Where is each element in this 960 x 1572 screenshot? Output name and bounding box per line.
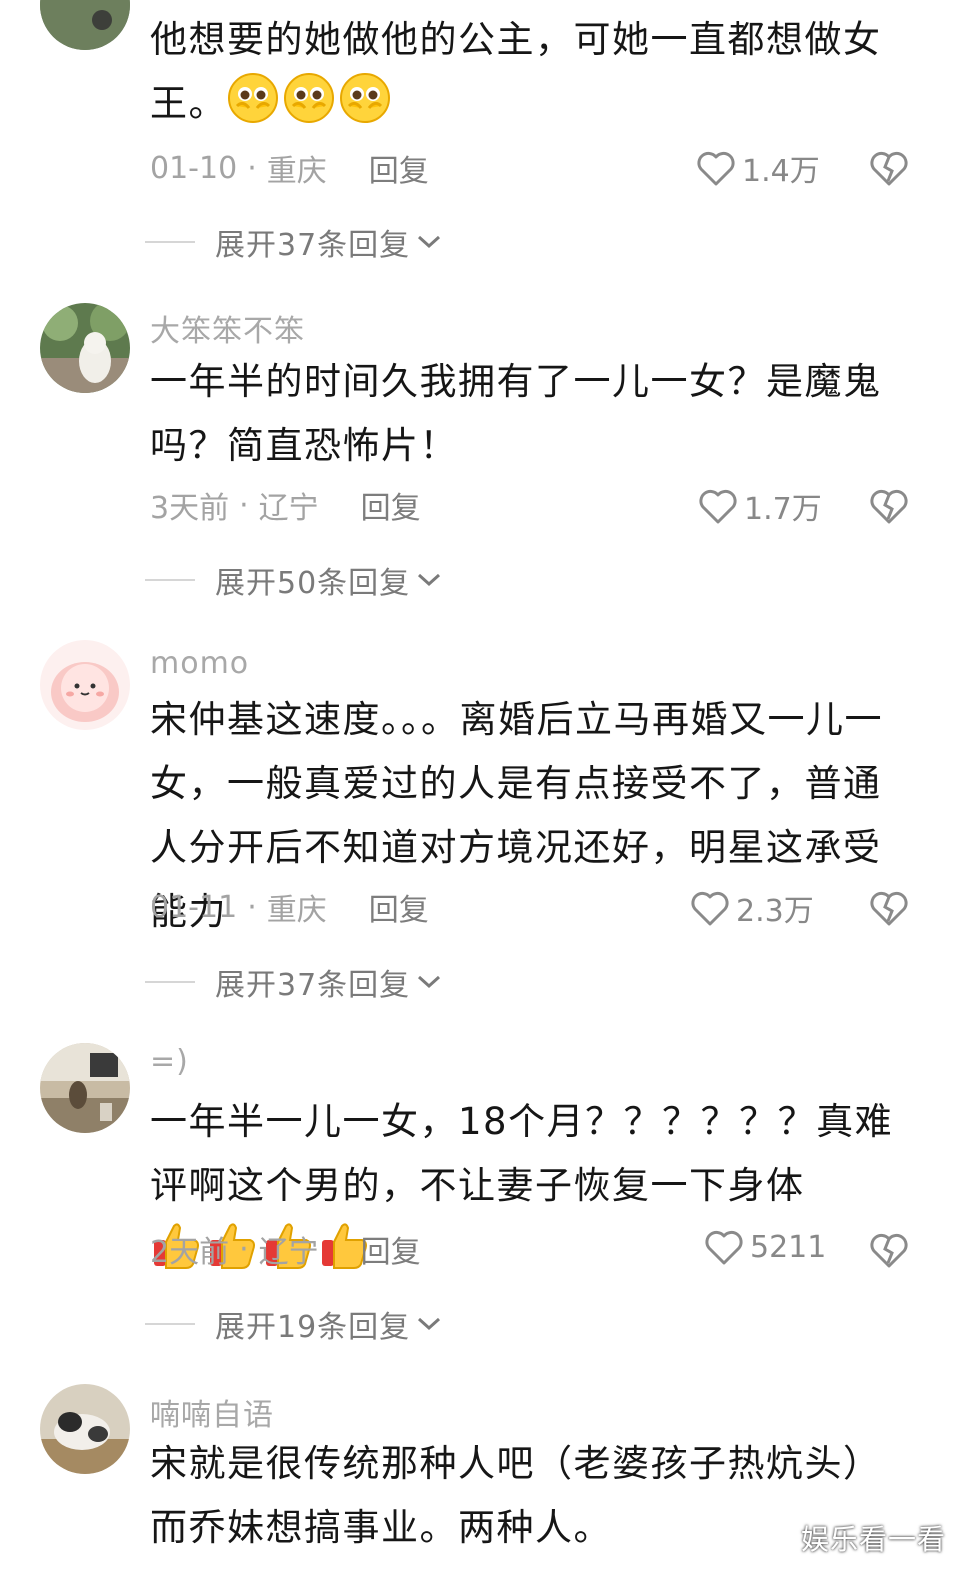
pleading-face-emoji-icon: [340, 73, 390, 123]
comment-text: 他想要的她做他的公主，可她一直都想做女王。: [150, 8, 930, 136]
like-count: 5211: [750, 1229, 827, 1265]
separator-dot: ·: [247, 150, 257, 186]
username[interactable]: 大笨笨不笨: [150, 306, 305, 350]
broken-heart-icon[interactable]: [868, 486, 910, 526]
chevron-down-icon: [418, 235, 441, 249]
expand-replies-button[interactable]: 展开37条回复: [145, 220, 442, 264]
separator-dot: ·: [239, 487, 249, 523]
comment-time: 01-11: [150, 889, 238, 925]
comment-location: 重庆: [266, 893, 327, 928]
divider-line: [145, 241, 195, 243]
emoji-group: [227, 72, 391, 124]
comment-location: 辽宁: [258, 491, 319, 526]
comment-text: 宋就是很传统那种人吧（老婆孩子热炕头）而乔妹想搞事业。两种人。: [150, 1442, 882, 1549]
like-button[interactable]: 1.4万: [696, 146, 820, 190]
heart-outline-icon: [697, 151, 735, 186]
avatar[interactable]: [40, 1043, 130, 1133]
cat-photo-avatar-icon: [40, 1384, 130, 1474]
dog-photo-avatar-icon: [40, 303, 130, 393]
heart-outline-icon: [699, 489, 737, 524]
avatar[interactable]: [40, 1384, 130, 1474]
avatar[interactable]: [40, 303, 130, 393]
avatar[interactable]: [40, 640, 130, 730]
pink-cartoon-avatar-icon: [40, 640, 130, 730]
reply-button[interactable]: 回复: [369, 885, 429, 929]
expand-replies-button[interactable]: 展开19条回复: [145, 1302, 442, 1346]
comment-text-content: 一年半一儿一女，18个月？？？？？？真难评啊这个男的，不让妻子恢复一下身体: [150, 1100, 894, 1207]
landscape-avatar-icon: [40, 0, 130, 50]
like-button[interactable]: 1.7万: [698, 484, 822, 528]
comment-text: 一年半的时间久我拥有了一儿一女？是魔鬼吗？简直恐怖片！: [150, 360, 882, 467]
expand-replies-label: 展开50条回复: [215, 566, 411, 601]
pleading-face-emoji-icon: [284, 73, 334, 123]
divider-line: [145, 1323, 195, 1325]
username[interactable]: momo: [150, 646, 249, 681]
chevron-down-icon: [418, 573, 441, 587]
comment-location: 辽宁: [258, 1235, 319, 1270]
expand-replies-label: 展开37条回复: [215, 228, 411, 263]
comment-location: 重庆: [266, 154, 327, 189]
pleading-face-emoji-icon: [228, 73, 278, 123]
comment-time: 2天前: [150, 1235, 230, 1270]
like-count: 1.7万: [744, 492, 822, 527]
room-photo-avatar-icon: [40, 1043, 130, 1133]
divider-line: [145, 579, 195, 581]
broken-heart-icon[interactable]: [868, 888, 910, 928]
broken-heart-icon[interactable]: [868, 148, 910, 188]
heart-outline-icon: [691, 891, 729, 926]
chevron-down-icon: [418, 1317, 441, 1331]
comment-time: 01-10: [150, 150, 238, 186]
separator-dot: ·: [247, 889, 257, 925]
avatar[interactable]: [40, 0, 130, 50]
comment-time: 3天前: [150, 491, 230, 526]
chevron-down-icon: [418, 975, 441, 989]
watermark: 娱乐看一看: [800, 1523, 946, 1556]
expand-replies-button[interactable]: 展开50条回复: [145, 558, 442, 602]
heart-outline-icon: [705, 1230, 743, 1265]
reply-button[interactable]: 回复: [369, 146, 429, 190]
username[interactable]: =): [150, 1044, 189, 1079]
expand-replies-label: 展开37条回复: [215, 968, 411, 1003]
divider-line: [145, 981, 195, 983]
separator-dot: ·: [239, 1231, 249, 1267]
reply-button[interactable]: 回复: [361, 1227, 421, 1271]
like-button[interactable]: 2.3万: [690, 886, 814, 930]
like-button[interactable]: 5211: [704, 1228, 826, 1266]
expand-replies-button[interactable]: 展开37条回复: [145, 960, 442, 1004]
reply-button[interactable]: 回复: [361, 483, 421, 527]
username[interactable]: 喃喃自语: [150, 1390, 274, 1434]
like-count: 1.4万: [742, 154, 820, 189]
like-count: 2.3万: [736, 894, 814, 929]
expand-replies-label: 展开19条回复: [215, 1310, 411, 1345]
broken-heart-icon[interactable]: [868, 1230, 910, 1270]
